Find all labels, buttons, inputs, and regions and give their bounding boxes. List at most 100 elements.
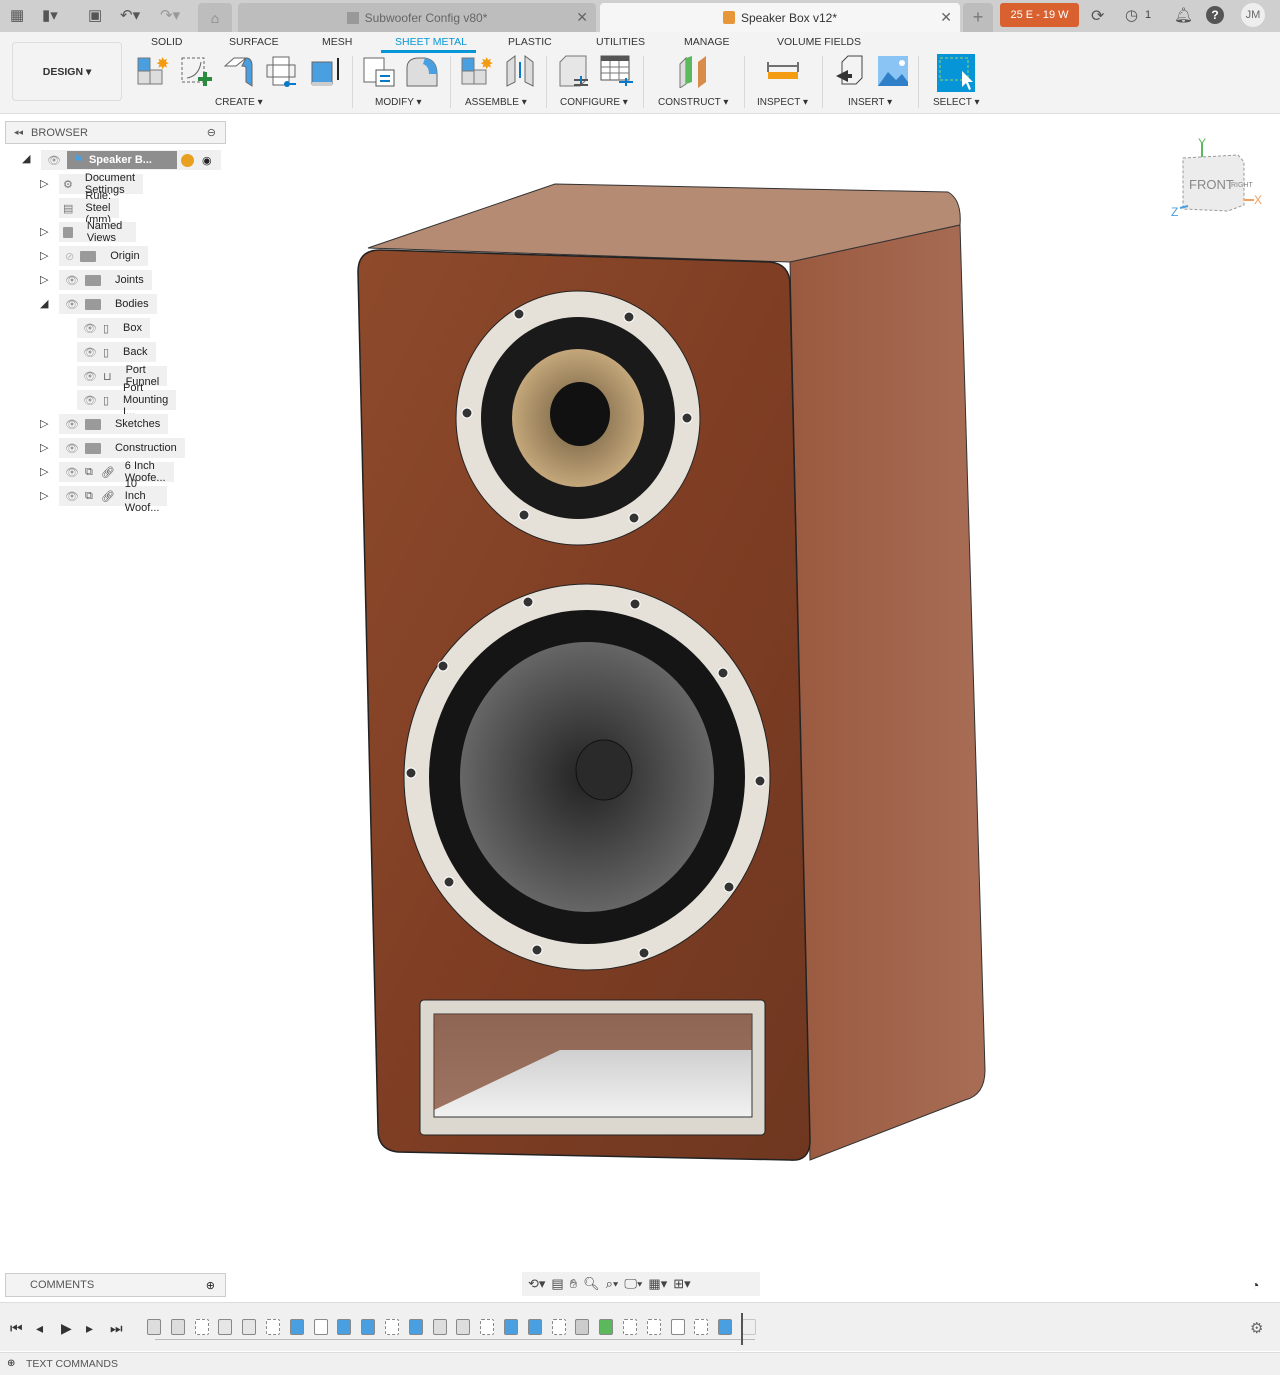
- offset-plane-icon[interactable]: [676, 54, 710, 88]
- tree-item-bodies[interactable]: 👁︎ Bodies: [59, 294, 157, 314]
- tree-item-sketches[interactable]: 👁︎ Sketches: [59, 414, 169, 434]
- user-avatar[interactable]: JM: [1241, 3, 1265, 27]
- timeline-feature-ghost-icon[interactable]: [742, 1319, 756, 1335]
- tab-sheet-metal[interactable]: SHEET METAL: [395, 36, 467, 48]
- display-settings-icon[interactable]: 🖵▾: [624, 1276, 642, 1292]
- expand-triangle-icon[interactable]: ▷: [40, 441, 48, 454]
- insert-menu[interactable]: INSERT ▾: [848, 97, 892, 108]
- eye-icon[interactable]: 👁︎: [47, 154, 61, 167]
- expand-triangle-icon[interactable]: ▷: [40, 489, 48, 502]
- eye-icon[interactable]: 👁︎: [65, 418, 79, 431]
- help-icon[interactable]: ?: [1206, 6, 1224, 24]
- tab-subwoofer-config[interactable]: Subwoofer Config v80* ✕: [238, 3, 596, 32]
- sheet-metal-rules-icon[interactable]: [362, 54, 396, 88]
- timeline-feature-sketch-icon[interactable]: [194, 1319, 209, 1335]
- text-commands-bar[interactable]: ⊕ TEXT COMMANDS: [0, 1352, 1280, 1375]
- go-to-start-icon[interactable]: ⏮: [10, 1320, 23, 1337]
- joint-icon[interactable]: [503, 54, 537, 88]
- eye-icon[interactable]: 👁︎: [65, 298, 79, 311]
- create-menu[interactable]: CREATE ▾: [215, 97, 263, 108]
- viewports-icon[interactable]: ⊞▾: [673, 1276, 690, 1292]
- new-component-icon[interactable]: ✸: [136, 54, 170, 88]
- expand-triangle-icon[interactable]: ▷: [40, 177, 48, 190]
- timeline-feature-extrude-icon[interactable]: [408, 1319, 423, 1335]
- timeline-feature-extrude-icon[interactable]: [504, 1319, 518, 1335]
- timeline-feature-rigid-icon[interactable]: [218, 1319, 233, 1335]
- timeline-feature-flange-icon[interactable]: [670, 1319, 685, 1335]
- expand-triangle-icon[interactable]: ▷: [40, 465, 48, 478]
- close-icon[interactable]: ✕: [576, 9, 588, 26]
- expand-triangle-icon[interactable]: ▷: [40, 417, 48, 430]
- extrude-icon[interactable]: [308, 54, 342, 88]
- collapse-triangle-icon[interactable]: ◢: [40, 297, 48, 310]
- tree-root[interactable]: 👁︎ ⚑ Speaker B... ◉: [41, 150, 221, 170]
- collapse-triangle-icon[interactable]: ◢: [22, 152, 30, 165]
- eye-icon[interactable]: 👁︎: [83, 370, 97, 383]
- timeline-feature-plane-icon[interactable]: [599, 1319, 614, 1335]
- eye-icon[interactable]: 👁︎: [65, 442, 79, 455]
- tab-surface[interactable]: SURFACE: [229, 36, 279, 48]
- eye-icon[interactable]: 👁︎: [65, 274, 79, 287]
- eye-icon[interactable]: 👁︎: [83, 322, 97, 335]
- tree-item-construction[interactable]: 👁︎ Construction: [59, 438, 185, 458]
- tree-item-10-inch-woofer[interactable]: 👁︎ ⧉ 🔗︎ 10 Inch Woof...: [59, 478, 168, 514]
- settings-gear-icon[interactable]: ⚙: [1250, 1319, 1263, 1337]
- step-forward-icon[interactable]: ▸: [86, 1320, 93, 1337]
- timeline-feature-joint-icon[interactable]: [170, 1319, 185, 1335]
- timeline-feature-joint-icon[interactable]: [147, 1319, 161, 1335]
- collapse-icon[interactable]: ◂◂: [14, 127, 23, 138]
- close-icon[interactable]: ✕: [940, 9, 952, 26]
- tree-item-origin[interactable]: ⊘ Origin: [59, 246, 148, 266]
- tab-speaker-box[interactable]: Speaker Box v12* ✕: [600, 3, 960, 32]
- timeline-feature-fillet-icon[interactable]: [456, 1319, 471, 1335]
- 3d-viewport[interactable]: FRONT RIGHT Y X Z: [0, 115, 1280, 1300]
- pan-hand-icon[interactable]: ✋︎: [570, 1276, 577, 1292]
- timeline-feature-shell-icon[interactable]: [575, 1319, 590, 1335]
- expand-plus-icon[interactable]: ⊕: [7, 1358, 15, 1369]
- construct-menu[interactable]: CONSTRUCT ▾: [658, 97, 728, 108]
- browser-header[interactable]: ◂◂ BROWSER ⊖: [5, 121, 226, 144]
- timeline-feature-sketch-icon[interactable]: [480, 1319, 495, 1335]
- tree-item-body-port-mounting[interactable]: 👁︎ ▯ Port Mounting I...: [77, 382, 177, 418]
- tab-manage[interactable]: MANAGE: [684, 36, 730, 48]
- tree-item-rule[interactable]: ▤ Rule: Steel (mm): [59, 190, 120, 226]
- tree-item-body-box[interactable]: 👁︎ ▯ Box: [77, 318, 150, 338]
- insert-derive-icon[interactable]: [834, 54, 868, 88]
- configure-menu[interactable]: CONFIGURE ▾: [560, 97, 628, 108]
- notifications-bell-icon[interactable]: 🔔︎: [1174, 6, 1193, 24]
- timeline-feature-sketch-icon[interactable]: [266, 1319, 280, 1335]
- zoom-icon[interactable]: 🔍︎: [583, 1276, 600, 1292]
- file-icon[interactable]: ▮▾: [42, 6, 58, 24]
- modify-menu[interactable]: MODIFY ▾: [375, 97, 422, 108]
- bend-icon[interactable]: [405, 54, 439, 88]
- comments-panel[interactable]: COMMENTS ⊕: [5, 1273, 226, 1297]
- select-menu[interactable]: SELECT ▾: [933, 97, 980, 108]
- tab-utilities[interactable]: UTILITIES: [596, 36, 645, 48]
- timeline-feature-extrude-icon[interactable]: [361, 1319, 376, 1335]
- tree-item-body-back[interactable]: 👁︎ ▯ Back: [77, 342, 156, 362]
- tab-volume-fields[interactable]: VOLUME FIELDS: [777, 36, 861, 48]
- select-icon[interactable]: [937, 54, 975, 92]
- eye-icon[interactable]: 👁︎: [83, 394, 97, 407]
- redo-icon[interactable]: ↷▾: [160, 6, 180, 24]
- extension-status-badge[interactable]: 25 E - 19 W: [1000, 3, 1079, 27]
- minimize-icon[interactable]: ⊖: [207, 126, 216, 139]
- timeline-feature-box-icon[interactable]: [313, 1319, 328, 1335]
- save-icon[interactable]: ▣: [88, 6, 102, 24]
- go-to-end-icon[interactable]: ⏭: [110, 1320, 123, 1337]
- assemble-menu[interactable]: ASSEMBLE ▾: [465, 97, 527, 108]
- sync-icon[interactable]: ⟳: [1091, 6, 1104, 26]
- timeline-marker[interactable]: [741, 1313, 743, 1345]
- flange-icon[interactable]: [222, 54, 256, 88]
- configuration-table-icon[interactable]: [599, 54, 633, 88]
- step-back-icon[interactable]: ◂: [36, 1320, 43, 1337]
- grid-icon[interactable]: ▦▾: [648, 1276, 667, 1292]
- timeline-feature-sketch-icon[interactable]: [646, 1319, 661, 1335]
- timeline-feature-rigid-icon[interactable]: [242, 1319, 257, 1335]
- play-icon[interactable]: ▶: [61, 1320, 72, 1337]
- expand-triangle-icon[interactable]: ▷: [40, 225, 48, 238]
- timeline-feature-extrude-icon[interactable]: [289, 1319, 304, 1335]
- timeline-feature-sketch-icon[interactable]: [694, 1319, 709, 1335]
- orbit-icon[interactable]: ⟲▾: [528, 1276, 545, 1292]
- job-status-icon[interactable]: ◷: [1125, 6, 1138, 24]
